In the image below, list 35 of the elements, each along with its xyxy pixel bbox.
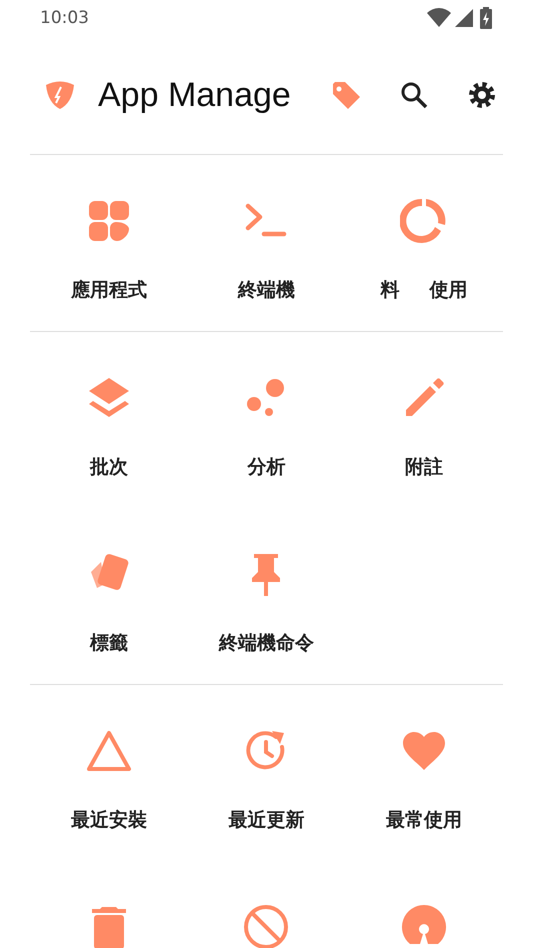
- tile-label: 終端機命令: [218, 631, 314, 656]
- tile-label: 標籤: [90, 631, 128, 656]
- app-title: App Manage: [98, 76, 288, 114]
- shield-logo-icon: [44, 79, 76, 111]
- wifi-icon: [427, 8, 451, 28]
- donut-icon: [400, 197, 448, 245]
- prohibited-icon: [242, 903, 290, 948]
- menu-tile[interactable]: 批次: [84, 374, 133, 480]
- status-time: 10:03: [40, 8, 90, 28]
- tile-label: 最常使用: [386, 808, 462, 833]
- menu-tile[interactable]: 料 使用: [380, 197, 468, 303]
- menu-tile[interactable]: 標籤: [84, 550, 133, 656]
- tile-label: 附註: [405, 455, 444, 480]
- menu-tile[interactable]: 附註: [400, 374, 448, 480]
- tile-label: 應用程式: [70, 278, 147, 303]
- signal-icon: [455, 8, 475, 28]
- tile-label: 最近更新: [228, 808, 304, 833]
- tile-label: 最近安裝: [70, 808, 147, 833]
- gear-icon: [467, 80, 497, 110]
- tile-label: 使用: [430, 278, 468, 303]
- tile-label: 批次: [90, 455, 128, 480]
- battery-icon: [479, 7, 493, 29]
- menu-tile[interactable]: 最常使用: [386, 727, 462, 833]
- menu-tile[interactable]: 終端機: [238, 197, 295, 303]
- menu-tile[interactable]: 最近更新: [228, 727, 304, 833]
- menu-tile[interactable]: 最近安裝: [70, 727, 147, 833]
- tile-label: 終端機: [238, 278, 295, 303]
- tile-label: 料: [380, 278, 400, 303]
- menu-tile[interactable]: 分析: [242, 374, 290, 480]
- search-icon: [399, 80, 429, 110]
- tile-label: 分析: [247, 455, 286, 480]
- menu-tile[interactable]: 應用程式: [70, 197, 147, 303]
- menu-tile[interactable]: [242, 903, 290, 948]
- tag-icon: [331, 80, 361, 110]
- menu-tile[interactable]: 終端機命令: [218, 550, 314, 656]
